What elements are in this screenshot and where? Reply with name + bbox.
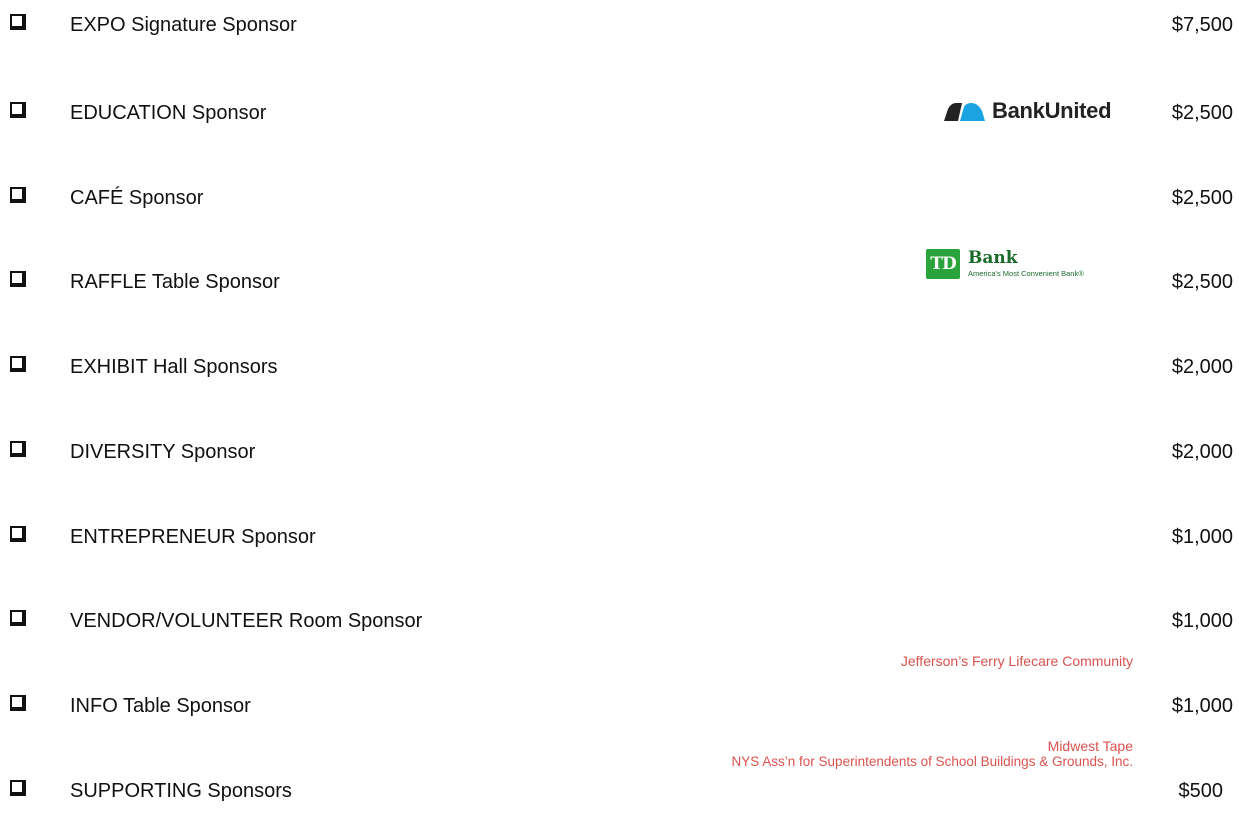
vendor-volunteer-label: VENDOR/VOLUNTEER Room Sponsor [70, 610, 423, 632]
sponsorship-row-entrepreneur: ENTREPRENEUR Sponsor $1,000 [0, 520, 1239, 560]
raffle-checkbox[interactable] [10, 271, 26, 287]
expo-price: $7,500 [1171, 14, 1233, 36]
cafe-price: $2,500 [1171, 187, 1233, 209]
bankunited-arch-icon [944, 103, 985, 121]
supporting-label: SUPPORTING Sponsors [70, 780, 292, 802]
td-bank-tagline: America's Most Convenient Bank® [968, 269, 1084, 278]
raffle-label: RAFFLE Table Sponsor [70, 271, 280, 293]
cafe-checkbox[interactable] [10, 187, 26, 203]
education-price: $2,500 [1171, 102, 1233, 124]
bankunited-text: BankUnited [992, 98, 1112, 123]
diversity-label: DIVERSITY Sponsor [70, 441, 256, 463]
diversity-checkbox[interactable] [10, 441, 26, 457]
info-label: INFO Table Sponsor [70, 695, 251, 717]
exhibit-label: EXHIBIT Hall Sponsors [70, 356, 278, 378]
sponsorship-row-education: EDUCATION Sponsor BankUnited $2,500 [0, 96, 1239, 136]
expo-label: EXPO Signature Sponsor [70, 14, 297, 36]
supporting-sponsor-name-1: Midwest Tape [1047, 738, 1133, 754]
info-checkbox[interactable] [10, 695, 26, 711]
supporting-sponsor-name-2: NYS Ass’n for Superintendents of School … [731, 754, 1133, 769]
td-bank-name: Bank [968, 248, 1018, 268]
vendor-volunteer-price: $1,000 [1171, 610, 1233, 632]
sponsorship-row-diversity: DIVERSITY Sponsor $2,000 [0, 435, 1239, 475]
td-text-block: Bank America's Most Convenient Bank® [968, 249, 1084, 279]
diversity-price: $2,000 [1171, 441, 1233, 463]
sponsorship-row-cafe: CAFÉ Sponsor $2,500 [0, 181, 1239, 221]
exhibit-price: $2,000 [1171, 356, 1233, 378]
raffle-price: $2,500 [1171, 271, 1233, 293]
entrepreneur-label: ENTREPRENEUR Sponsor [70, 526, 316, 548]
sponsorship-row-info: INFO Table Sponsor $1,000 [0, 689, 1239, 729]
sponsorship-row-exhibit: EXHIBIT Hall Sponsors $2,000 [0, 350, 1239, 390]
education-label: EDUCATION Sponsor [70, 102, 267, 124]
supporting-checkbox[interactable] [10, 780, 26, 796]
education-checkbox[interactable] [10, 102, 26, 118]
sponsorship-row-vendor-volunteer: VENDOR/VOLUNTEER Room Sponsor $1,000 [0, 604, 1239, 644]
exhibit-checkbox[interactable] [10, 356, 26, 372]
vendor-volunteer-sponsor-name: Jefferson’s Ferry Lifecare Community [900, 653, 1133, 669]
td-mark-icon: TD [926, 249, 960, 279]
entrepreneur-checkbox[interactable] [10, 526, 26, 542]
info-price: $1,000 [1171, 695, 1233, 717]
vendor-volunteer-checkbox[interactable] [10, 610, 26, 626]
sponsorship-row-supporting: SUPPORTING Sponsors $500 [0, 774, 1239, 814]
cafe-label: CAFÉ Sponsor [70, 187, 204, 209]
sponsorship-row-raffle: RAFFLE Table Sponsor TD Bank America's M… [0, 249, 1239, 305]
bankunited-logo: BankUnited [942, 96, 1112, 126]
supporting-price: $500 [1178, 780, 1224, 802]
expo-checkbox[interactable] [10, 14, 26, 30]
entrepreneur-price: $1,000 [1171, 526, 1233, 548]
td-bank-logo: TD Bank America's Most Convenient Bank® [926, 249, 1084, 279]
sponsorship-row-expo: EXPO Signature Sponsor $7,500 [0, 8, 1239, 48]
